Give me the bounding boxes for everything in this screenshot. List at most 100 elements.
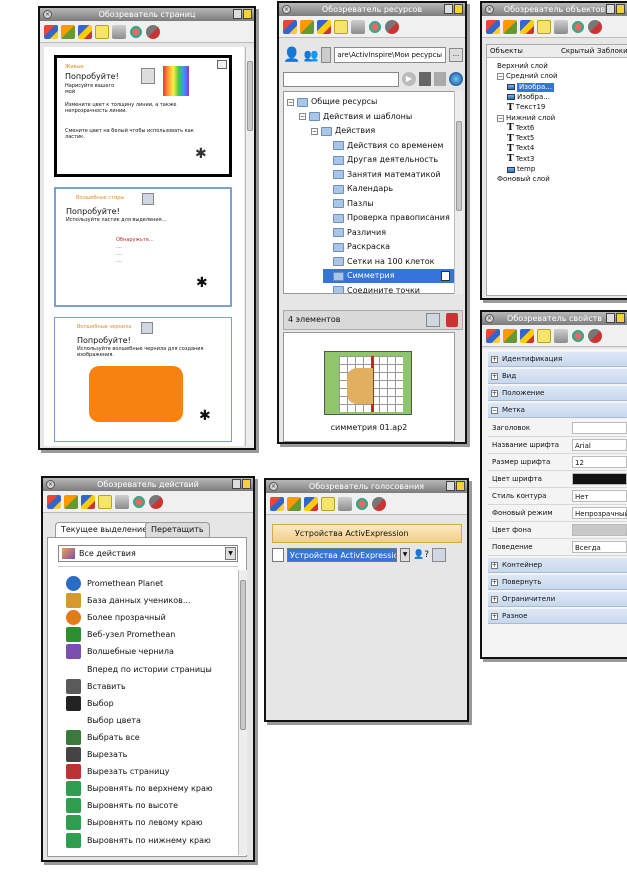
object-tree-item[interactable]: temp — [507, 165, 535, 174]
page-browser-icon[interactable] — [486, 19, 500, 34]
chevron-down-icon[interactable]: ▼ — [400, 548, 410, 562]
property-value[interactable] — [572, 524, 627, 536]
page-browser-titlebar[interactable]: × Обозреватель страниц — [40, 8, 254, 21]
close-icon[interactable]: × — [46, 480, 55, 489]
property-value[interactable] — [572, 473, 627, 485]
property-category[interactable]: − Метка — [488, 403, 627, 418]
notes-browser-icon[interactable] — [334, 19, 348, 34]
notes-browser-icon[interactable] — [321, 496, 335, 511]
object-browser-icon[interactable] — [520, 328, 534, 343]
property-browser-icon[interactable] — [351, 19, 365, 34]
action-browser-icon[interactable] — [355, 496, 369, 511]
scrollbar[interactable] — [238, 570, 247, 855]
property-browser-icon[interactable] — [115, 494, 129, 509]
tree-item[interactable]: Календарь — [323, 182, 393, 196]
action-item[interactable]: Волшебные чернила — [66, 643, 174, 660]
object-browser-icon[interactable] — [81, 494, 95, 509]
property-browser-titlebar[interactable]: × Обозреватель свойств — [482, 312, 627, 325]
page-browser-icon[interactable] — [283, 19, 297, 34]
expand-icon[interactable]: − — [311, 127, 318, 135]
action-item[interactable]: Выровнять по высоте — [66, 797, 178, 814]
property-category[interactable]: + Контейнер — [488, 558, 627, 573]
action-item[interactable]: Promethean Planet — [66, 575, 163, 592]
object-tree-item[interactable]: Изобра... — [507, 82, 554, 92]
tree-item[interactable]: − Действия и шаблоны — [299, 110, 412, 124]
action-item[interactable]: Выровнять по нижнему краю — [66, 832, 211, 849]
scroll-thumb[interactable] — [240, 580, 246, 730]
page-browser-icon[interactable] — [486, 328, 500, 343]
object-browser-icon[interactable] — [520, 19, 534, 34]
resource-preview[interactable]: симметрия 01.ap2 — [283, 332, 455, 442]
property-browser-icon[interactable] — [554, 19, 568, 34]
property-value[interactable]: Arial — [572, 439, 627, 451]
page-browser-icon[interactable] — [44, 24, 58, 39]
globe-icon[interactable] — [449, 72, 463, 86]
browse-button[interactable]: ... — [449, 48, 463, 62]
restore-icon[interactable] — [232, 479, 241, 489]
resource-browser-icon[interactable] — [61, 24, 75, 39]
object-tree-item[interactable]: Изобра... — [507, 93, 550, 102]
tree-item[interactable]: Соедините точки — [323, 284, 420, 293]
column-objects[interactable]: Объекты — [487, 45, 561, 57]
object-tree-item[interactable]: − Средний слой — [497, 72, 558, 81]
object-tree-item[interactable]: Фоновый слой — [497, 175, 550, 184]
tree-item[interactable]: Раскраска — [323, 240, 390, 254]
action-browser-icon[interactable] — [129, 24, 143, 39]
action-item[interactable]: Вперед по истории страницы — [66, 661, 212, 678]
expand-icon[interactable]: + — [491, 356, 498, 363]
notes-browser-icon[interactable] — [537, 19, 551, 34]
scroll-thumb[interactable] — [456, 121, 462, 211]
expand-icon[interactable]: − — [287, 98, 294, 106]
object-tree-item[interactable]: T Text3 — [507, 155, 534, 164]
object-tree-item[interactable]: T Text4 — [507, 144, 534, 153]
property-browser-icon[interactable] — [554, 328, 568, 343]
action-browser-icon[interactable] — [571, 19, 585, 34]
filter-icon[interactable] — [419, 72, 431, 86]
voting-browser-icon[interactable] — [588, 19, 602, 34]
search-input[interactable] — [283, 71, 399, 87]
close-icon[interactable]: × — [282, 5, 291, 14]
expand-icon[interactable]: + — [491, 596, 498, 603]
object-tree-item[interactable]: Верхний слой — [497, 62, 548, 71]
property-browser-icon[interactable] — [338, 496, 352, 511]
voting-browser-icon[interactable] — [146, 24, 160, 39]
expand-icon[interactable]: + — [491, 390, 498, 397]
notes-browser-icon[interactable] — [95, 24, 109, 39]
scrollbar[interactable] — [245, 47, 254, 446]
property-category[interactable]: + Разное — [488, 609, 627, 624]
tree-item[interactable]: Занятия математикой — [323, 168, 441, 182]
property-browser-icon[interactable] — [112, 24, 126, 39]
property-category[interactable]: + Ограничители — [488, 592, 627, 607]
page-icon[interactable] — [441, 271, 450, 281]
pin-icon[interactable] — [456, 481, 465, 491]
property-value[interactable]: Непрозрачный — [572, 507, 627, 519]
column-hidden[interactable]: Скрытый — [561, 45, 597, 57]
close-icon[interactable]: × — [269, 482, 278, 491]
expand-icon[interactable]: + — [491, 579, 498, 586]
action-browser-icon[interactable] — [571, 328, 585, 343]
shared-users-icon[interactable]: 👥 — [303, 48, 318, 62]
tree-item[interactable]: Симметрия — [323, 269, 454, 283]
property-category[interactable]: + Идентификация — [488, 352, 627, 367]
view-toggle-icon[interactable] — [426, 313, 440, 327]
action-item[interactable]: Выбор — [66, 695, 114, 712]
voting-browser-icon[interactable] — [149, 494, 163, 509]
device-select[interactable]: Устройства ActivExpression — [287, 548, 397, 562]
restore-icon[interactable] — [444, 4, 453, 14]
action-item[interactable]: Выбрать все — [66, 729, 140, 746]
close-icon[interactable]: × — [43, 10, 52, 19]
property-value[interactable]: 12 — [572, 456, 627, 468]
action-filter-select[interactable]: Все действия ▼ — [58, 545, 238, 562]
voting-browser-titlebar[interactable]: × Обозреватель голосования — [266, 480, 467, 493]
object-browser-icon[interactable] — [78, 24, 92, 39]
restore-icon[interactable] — [233, 9, 242, 19]
voting-browser-icon[interactable] — [588, 328, 602, 343]
scrollbar[interactable] — [454, 91, 463, 294]
restore-icon[interactable] — [606, 4, 615, 14]
notes-browser-icon[interactable] — [98, 494, 112, 509]
property-value[interactable]: Всегда включено — [572, 541, 627, 564]
action-browser-icon[interactable] — [368, 19, 382, 34]
column-locked[interactable]: Заблоки — [597, 45, 627, 57]
restore-icon[interactable] — [606, 313, 615, 323]
tree-item[interactable]: Другая деятельность — [323, 153, 438, 167]
